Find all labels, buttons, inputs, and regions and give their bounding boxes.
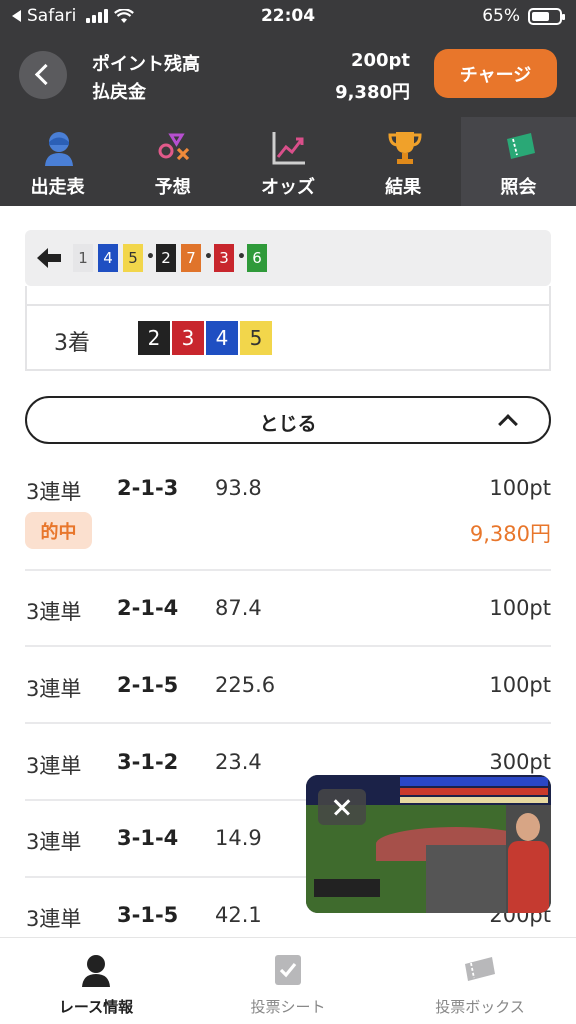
row-divider [25,722,551,724]
bet-combination: 3-1-2 [117,750,179,774]
third-place-number: 4 [206,321,238,355]
video-scoreboard [314,879,380,897]
bet-amount: 300pt [489,750,551,774]
payout-amount: 9,380円 [469,522,551,546]
order-separator: • [204,249,213,265]
points-value: 200pt [350,50,410,71]
tab-bet-sheet-label: 投票シート [250,998,326,1016]
tab-results-label: 結果 [385,177,422,198]
bet-type: 3連単 [26,754,82,778]
bet-type: 3連単 [26,830,82,854]
close-button-label: とじる [259,413,317,435]
bet-amount: 100pt [489,673,551,697]
tab-inquiry[interactable]: 照会 [460,117,576,206]
tab-bet-box-label: 投票ボックス [435,998,525,1016]
tab-racecard[interactable]: 出走表 [0,117,115,206]
third-place-panel: 3着 2 3 4 5 [25,286,551,371]
points-label: ポイント残高 [92,54,200,75]
header: Safari 22:04 65% ポイント残高 払戻金 200pt 9,380円… [0,0,576,206]
battery-icon [528,7,565,25]
order-number: 2 [156,244,176,272]
racer-icon [45,132,73,166]
bet-odds: 225.6 [215,673,276,697]
bet-combination: 2-1-3 [117,476,179,500]
bet-combination: 3-1-4 [117,826,179,850]
racer-icon [82,955,110,987]
back-button[interactable] [19,51,67,99]
panel-divider [27,304,549,306]
tab-bet-box[interactable]: 投票ボックス [384,938,576,1024]
odds-chart-icon [272,132,306,165]
tab-bet-sheet[interactable]: 投票シート [192,938,384,1024]
order-number: 6 [247,244,267,272]
video-close-button[interactable] [318,789,366,825]
tab-racecard-label: 出走表 [30,177,85,198]
row-divider [25,569,551,571]
bet-amount: 100pt [489,596,551,620]
tab-prediction-label: 予想 [154,177,191,198]
status-right: 65% [482,6,565,26]
video-commentator [506,805,551,913]
bet-type: 3連単 [26,677,82,701]
tab-prediction[interactable]: 予想 [115,117,230,206]
bet-amount: 100pt [489,476,551,500]
bet-odds: 93.8 [215,476,262,500]
order-separator: • [237,249,246,265]
bet-odds: 14.9 [215,826,262,850]
bet-odds: 42.1 [215,903,262,927]
close-button[interactable]: とじる [25,396,551,444]
third-place-number: 2 [138,321,170,355]
bet-type: 3連単 [26,907,82,931]
bet-odds: 87.4 [215,596,262,620]
tab-results[interactable]: 結果 [346,117,461,206]
screen: Safari 22:04 65% ポイント残高 払戻金 200pt 9,380円… [0,0,576,1024]
bet-combination: 3-1-5 [117,903,179,927]
order-number: 4 [98,244,118,272]
order-number: 5 [123,244,143,272]
bottom-tab-bar: レース情報 投票シート 投票ボックス [0,937,576,1024]
refund-label: 払戻金 [92,82,146,103]
finish-order-bar: 1 4 5 • 2 7 • 3 • 6 [25,230,551,286]
tab-odds-label: オッズ [260,177,315,198]
order-number: 7 [181,244,201,272]
bet-type: 3連単 [26,600,82,624]
bet-odds: 23.4 [215,750,262,774]
third-place-label: 3着 [54,331,90,356]
trophy-icon [388,132,422,164]
bet-combination: 2-1-5 [117,673,179,697]
tab-inquiry-label: 照会 [500,177,537,198]
tab-race-info[interactable]: レース情報 [0,938,192,1024]
order-number: 3 [214,244,234,272]
live-video-player[interactable] [306,775,551,913]
ticket-icon [506,133,535,159]
prediction-icon [158,133,190,161]
tab-odds[interactable]: オッズ [230,117,345,206]
hit-badge: 的中 [25,512,92,549]
bet-type: 3連単 [26,480,82,504]
order-number: 1 [73,244,93,272]
status-bar: Safari 22:04 65% [0,0,576,34]
ticket-box-icon [465,957,495,981]
bet-combination: 2-1-4 [117,596,179,620]
charge-button[interactable]: チャージ [434,49,557,98]
race-nav: 出走表 予想 オッズ 結果 照会 [0,117,576,206]
check-sheet-icon [275,955,301,985]
arrow-left-icon [37,248,61,268]
row-divider [25,645,551,647]
battery-percent: 65% [482,6,520,26]
third-place-number: 3 [172,321,204,355]
third-place-number: 5 [240,321,272,355]
refund-value: 9,380円 [335,82,410,103]
tab-race-info-label: レース情報 [58,998,134,1016]
order-separator: • [146,249,155,265]
